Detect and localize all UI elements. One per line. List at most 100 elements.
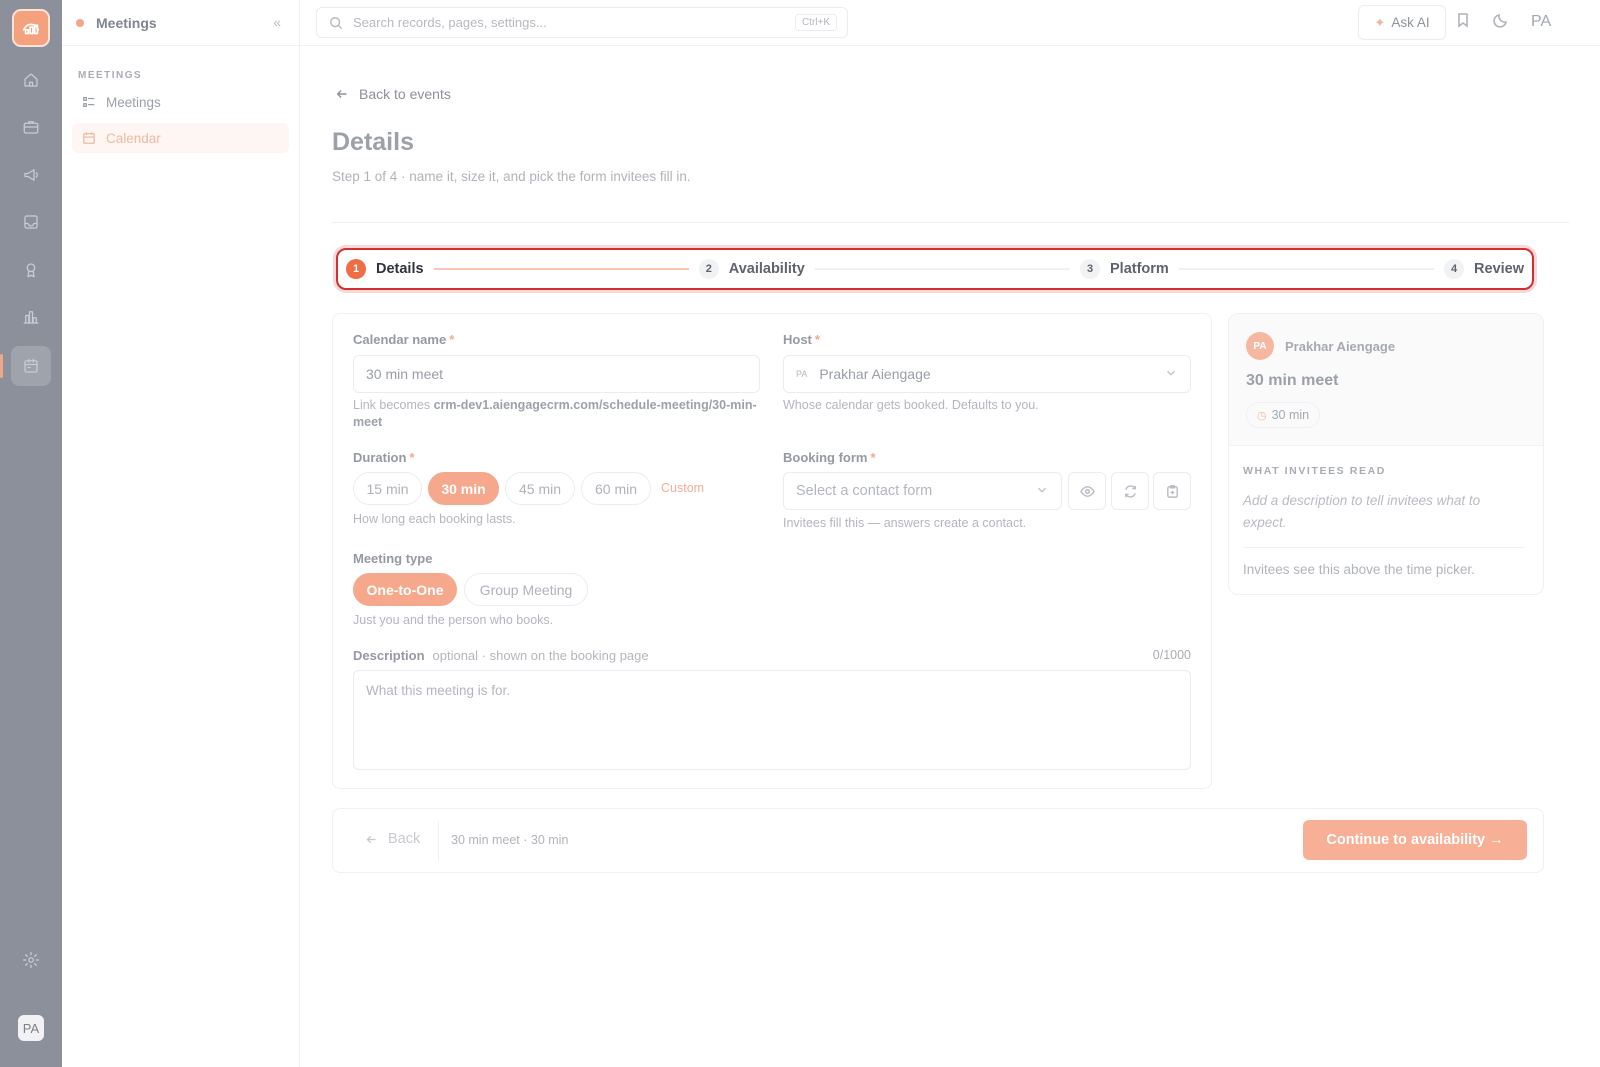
- booking-form-placeholder: Select a contact form: [796, 483, 933, 499]
- sparkle-icon: ✦: [1374, 14, 1386, 30]
- bookmark-icon[interactable]: [1455, 12, 1471, 32]
- search-icon: [330, 16, 343, 29]
- step-number: 1: [346, 259, 366, 279]
- sidebar-item-label: Meetings: [106, 94, 161, 110]
- main-content: Back to events Details Step 1 of 4 · nam…: [300, 46, 1600, 1067]
- host-label: Host *: [783, 332, 820, 347]
- inbox-icon[interactable]: [11, 202, 51, 242]
- refresh-forms-button[interactable]: [1111, 472, 1149, 510]
- calendar-name-input[interactable]: 30 min meet: [353, 355, 760, 393]
- sidebar-title: Meetings: [96, 14, 157, 31]
- label-text: Calendar name: [353, 332, 447, 347]
- calendar-name-value: 30 min meet: [366, 366, 444, 382]
- step-availability[interactable]: 2 Availability: [698, 259, 805, 279]
- duration-30-button[interactable]: 30 min: [428, 472, 499, 505]
- preview-note: Invitees see this above the time picker.: [1243, 562, 1475, 577]
- duration-60-button[interactable]: 60 min: [581, 472, 651, 505]
- settings-gear-icon[interactable]: [11, 940, 51, 980]
- description-label: Description optional · shown on the booki…: [353, 648, 649, 663]
- chevron-down-icon: [1038, 487, 1046, 493]
- megaphone-icon[interactable]: [11, 155, 51, 195]
- user-menu[interactable]: PA: [1531, 13, 1551, 31]
- step-number: 2: [698, 259, 719, 279]
- label-text: Booking form: [783, 450, 868, 465]
- home-icon[interactable]: [11, 60, 51, 100]
- host-avatar: PA: [796, 369, 808, 379]
- briefcase-icon[interactable]: [11, 107, 51, 147]
- preview-host-avatar: PA: [1246, 332, 1274, 360]
- step-review[interactable]: 4 Review: [1444, 259, 1524, 279]
- ask-ai-label: Ask AI: [1391, 15, 1430, 30]
- link-help-text: Link becomes crm-dev1.aiengagecrm.com/sc…: [353, 397, 763, 431]
- collapse-sidebar-icon[interactable]: «: [273, 14, 281, 30]
- bar-chart-icon[interactable]: [11, 297, 51, 337]
- sidebar-item-calendar[interactable]: Calendar: [72, 123, 289, 153]
- duration-label: Duration *: [353, 450, 415, 465]
- step-connector: [1178, 268, 1435, 270]
- host-help-text: Whose calendar gets booked. Defaults to …: [783, 398, 1039, 412]
- step-details[interactable]: 1 Details: [346, 259, 424, 279]
- page-title: Details: [332, 128, 414, 156]
- group-meeting-button[interactable]: Group Meeting: [464, 573, 588, 606]
- step-connector: [814, 268, 1070, 270]
- required-mark: *: [409, 450, 415, 465]
- duration-help-text: How long each booking lasts.: [353, 512, 516, 526]
- module-dot-icon: [76, 18, 84, 27]
- preview-duration: 30 min: [1271, 408, 1310, 422]
- step-label: Review: [1474, 261, 1525, 277]
- divider: [332, 222, 1570, 223]
- refresh-icon: [1124, 484, 1136, 498]
- preview-duration-badge: ◷ 30 min: [1246, 402, 1321, 428]
- description-hint: optional · shown on the booking page: [432, 648, 649, 663]
- footer-summary: 30 min meet · 30 min: [451, 833, 569, 847]
- page-subtitle: Step 1 of 4 · name it, size it, and pick…: [332, 169, 691, 184]
- meeting-type-help-text: Just you and the person who books.: [353, 613, 554, 627]
- one-to-one-button[interactable]: One-to-One: [353, 573, 457, 606]
- footer-back-label: Back: [388, 831, 421, 847]
- description-char-count: 0/1000: [1152, 648, 1191, 662]
- sidebar-section-label: MEETINGS: [78, 70, 143, 81]
- step-number: 4: [1444, 259, 1465, 279]
- stepper: 1 Details 2 Availability 3 Platform 4 Review: [336, 248, 1534, 290]
- preview-title: 30 min meet: [1246, 372, 1339, 389]
- user-avatar[interactable]: PA: [18, 1015, 44, 1041]
- new-form-button[interactable]: [1153, 472, 1191, 510]
- duration-45-button[interactable]: 45 min: [505, 472, 575, 505]
- search-placeholder: Search records, pages, settings...: [353, 15, 547, 30]
- meeting-type-label: Meeting type: [353, 551, 433, 566]
- app-logo-icon[interactable]: [12, 9, 50, 47]
- preview-section-label: WHAT INVITEES READ: [1243, 465, 1386, 477]
- award-icon[interactable]: [11, 250, 51, 290]
- booking-preview-card: PA Prakhar Aiengage 30 min meet ◷ 30 min…: [1228, 313, 1544, 595]
- back-to-events-link[interactable]: Back to events: [335, 86, 451, 102]
- custom-duration-link[interactable]: Custom: [661, 481, 704, 495]
- label-text: Description: [353, 648, 425, 663]
- divider: [438, 821, 439, 861]
- host-select[interactable]: PA Prakhar Aiengage: [783, 355, 1191, 393]
- description-textarea[interactable]: What this meeting is for.: [353, 670, 1191, 770]
- link-prefix: Link becomes: [353, 398, 434, 412]
- sidebar-header: Meetings «: [62, 0, 299, 46]
- module-sidebar: Meetings « MEETINGS Meetings Calendar: [62, 0, 300, 1067]
- arrow-left-icon: [336, 90, 347, 98]
- booking-form-select[interactable]: Select a contact form: [783, 472, 1062, 510]
- continue-to-availability-button[interactable]: Continue to availability →: [1303, 820, 1527, 860]
- preview-form-button[interactable]: [1068, 472, 1106, 510]
- step-platform[interactable]: 3 Platform: [1080, 259, 1169, 279]
- dark-mode-moon-icon[interactable]: [1493, 12, 1509, 32]
- eye-icon: [1079, 485, 1095, 497]
- calendar-nav-icon[interactable]: [0, 346, 51, 386]
- required-mark: *: [870, 450, 876, 465]
- divider: [1243, 547, 1525, 548]
- app-rail: PA: [0, 0, 62, 1067]
- required-mark: *: [449, 332, 455, 347]
- sidebar-item-meetings[interactable]: Meetings: [72, 87, 289, 117]
- calendar-icon: [83, 132, 95, 144]
- details-form-card: Calendar name * 30 min meet Link becomes …: [332, 313, 1212, 789]
- step-label: Availability: [728, 261, 805, 277]
- footer-back-button[interactable]: Back: [365, 831, 420, 847]
- booking-form-label: Booking form *: [783, 450, 876, 465]
- duration-15-button[interactable]: 15 min: [353, 472, 422, 505]
- search-input[interactable]: Search records, pages, settings... Ctrl+…: [316, 7, 848, 38]
- ask-ai-button[interactable]: ✦ Ask AI: [1358, 5, 1446, 40]
